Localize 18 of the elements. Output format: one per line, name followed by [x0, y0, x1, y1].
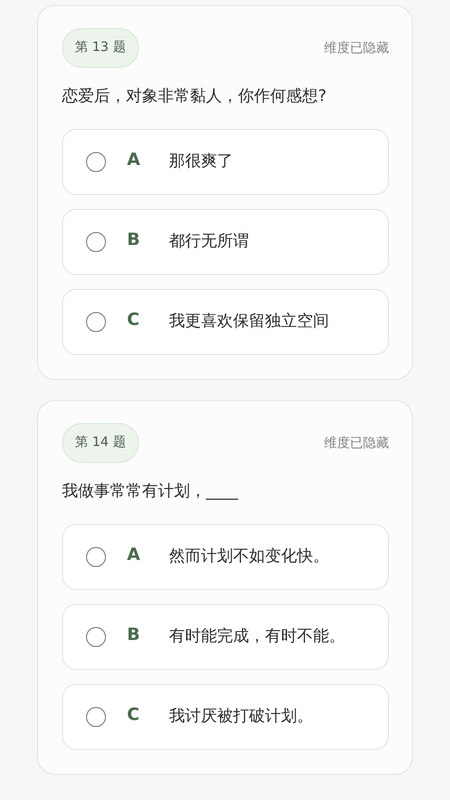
radio-icon [86, 707, 106, 727]
radio-icon [86, 232, 106, 252]
answer-option[interactable]: C 我讨厌被打破计划。 [62, 684, 389, 750]
answer-option[interactable]: B 有时能完成，有时不能。 [62, 604, 389, 670]
answer-option[interactable]: C 我更喜欢保留独立空间 [62, 289, 389, 355]
answer-option[interactable]: A 那很爽了 [62, 129, 389, 195]
radio-icon [86, 152, 106, 172]
answer-option[interactable]: B 都行无所谓 [62, 209, 389, 275]
question-text: 恋爱后，对象非常黏人，你作何感想? [62, 86, 328, 107]
radio-icon [86, 627, 106, 647]
answer-option[interactable]: A 然而计划不如变化快。 [62, 524, 389, 590]
question-number: 第 14 题 [62, 423, 139, 463]
question-text: 我做事常常有计划，____ [62, 481, 240, 502]
radio-icon [86, 312, 106, 332]
question-number: 第 13 题 [62, 28, 139, 68]
radio-icon [86, 547, 106, 567]
dimension-label: 维度已隐藏 [324, 435, 389, 452]
dimension-label: 维度已隐藏 [324, 40, 389, 57]
